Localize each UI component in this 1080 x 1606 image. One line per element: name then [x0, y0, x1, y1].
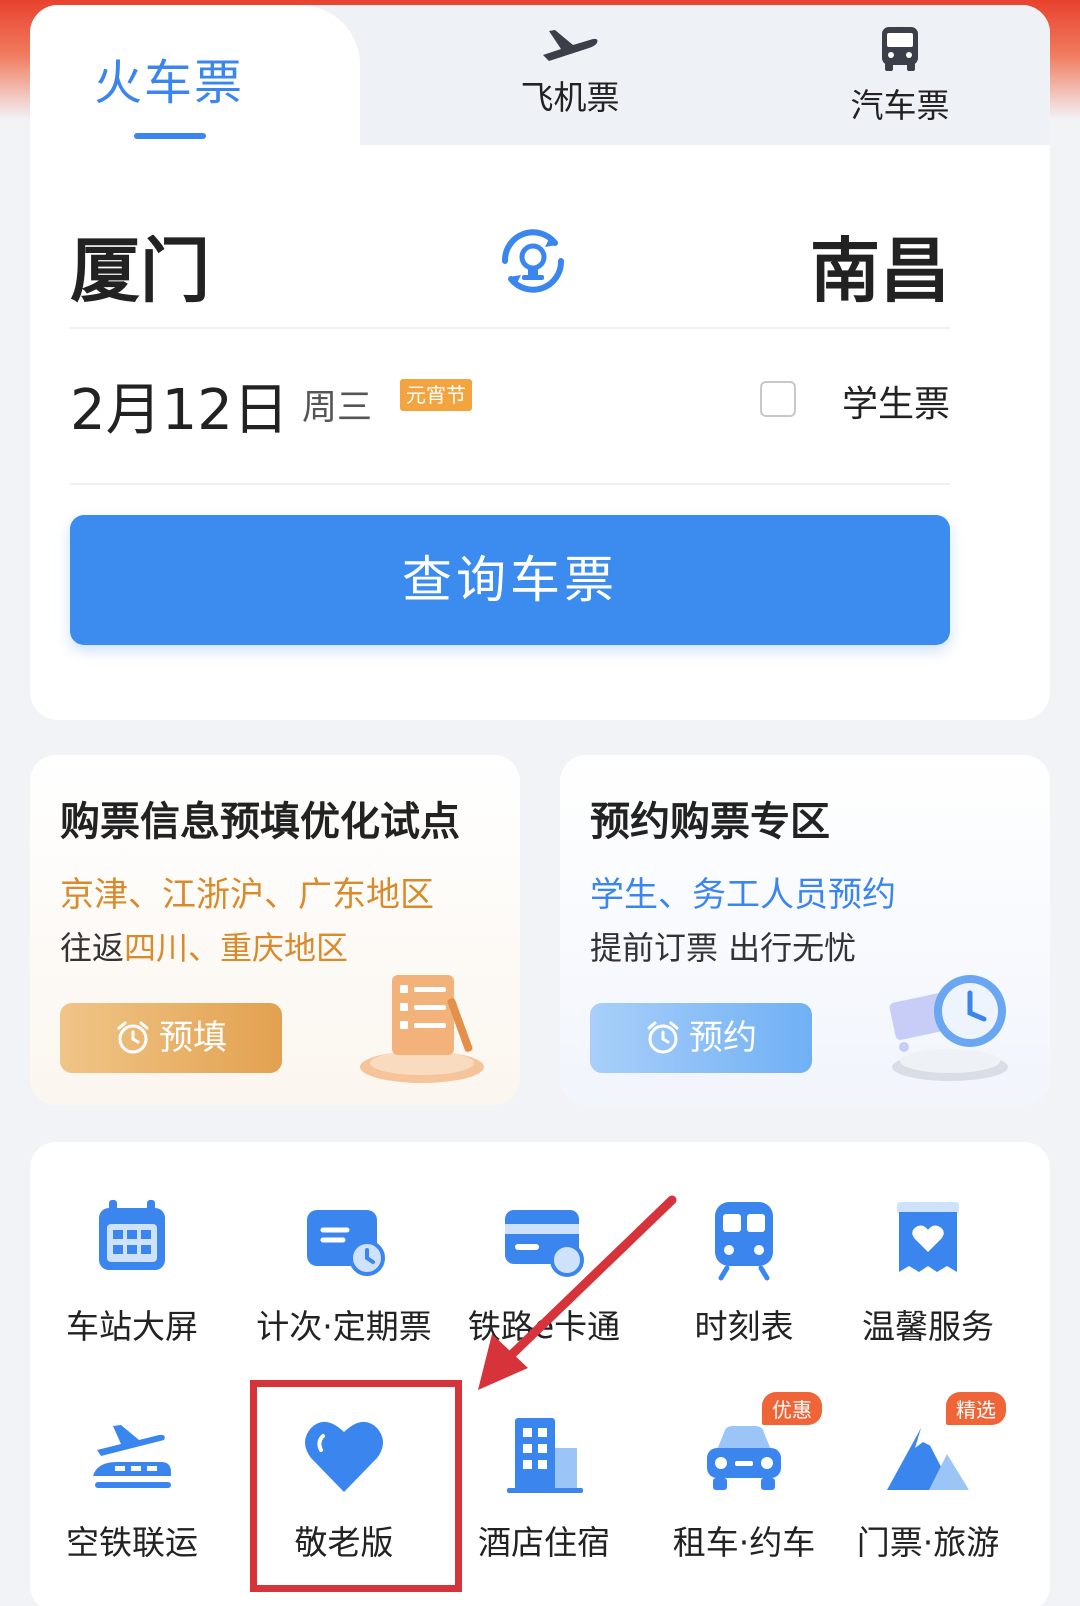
alarm-clock-icon [647, 1021, 679, 1053]
promo-regions: 京津、江浙沪、广东地区 [60, 875, 434, 915]
reserve-button[interactable]: 预约 [590, 1003, 812, 1073]
service-label: 空铁联运 [66, 1523, 198, 1562]
service-label: 租车·约车 [672, 1523, 816, 1562]
service-timetable[interactable]: 时刻表 [642, 1194, 846, 1348]
promo-subline-highlight: 四川、重庆地区 [124, 929, 349, 967]
discount-badge: 优惠 [762, 1392, 822, 1425]
reserve-button-label: 预约 [689, 1018, 757, 1058]
alarm-clock-icon [117, 1021, 149, 1053]
prefill-promo-card[interactable]: 购票信息预填优化试点 京津、江浙沪、广东地区 往返四川、重庆地区 预填 [30, 755, 520, 1105]
service-label: 计次·定期票 [256, 1307, 432, 1346]
promo-subline: 往返四川、重庆地区 [60, 923, 348, 969]
prefill-button-label: 预填 [159, 1018, 227, 1058]
service-label: 酒店住宿 [478, 1523, 610, 1562]
route-selector: 厦门 南昌 [70, 215, 950, 312]
service-air-rail[interactable]: 空铁联运 [30, 1410, 234, 1564]
tab-flight[interactable]: 飞机票 [470, 25, 670, 119]
ticket-card-icon [307, 1210, 385, 1276]
bus-icon [882, 27, 918, 71]
student-ticket-checkbox[interactable] [760, 381, 796, 417]
search-tickets-button[interactable]: 查询车票 [70, 515, 950, 645]
service-label: 门票·旅游 [856, 1523, 1000, 1562]
calendar-icon [99, 1200, 165, 1270]
service-label: 车站大屏 [66, 1307, 198, 1346]
train-icon [715, 1202, 773, 1281]
tab-bus[interactable]: 汽车票 [800, 25, 1000, 127]
heart-box-icon [897, 1202, 959, 1272]
airplane-icon [543, 30, 598, 61]
services-grid: 车站大屏 计次·定期票 铁路e卡通 时刻表 温馨服务 空铁联运 敬老版 酒店住宿… [30, 1142, 1050, 1606]
service-hotel[interactable]: 酒店住宿 [442, 1410, 646, 1564]
service-station-screen[interactable]: 车站大屏 [30, 1194, 234, 1348]
promo-subline-prefix: 往返 [60, 929, 125, 967]
promo-title: 购票信息预填优化试点 [60, 799, 460, 845]
travel-date[interactable]: 2月12日 [70, 365, 289, 446]
service-label: 温馨服务 [862, 1307, 994, 1346]
tab-flight-label: 飞机票 [520, 78, 620, 117]
tab-train-label: 火车票 [94, 55, 245, 111]
arrival-city[interactable]: 南昌 [810, 215, 950, 316]
tab-active-indicator [134, 133, 206, 139]
weekday: 周三 [302, 388, 373, 428]
service-railway-ecard[interactable]: 铁路e卡通 [442, 1194, 646, 1348]
promo-target-groups: 学生、务工人员预约 [590, 875, 896, 915]
divider [70, 483, 950, 485]
plane-train-icon [93, 1425, 171, 1488]
featured-badge: 精选 [946, 1392, 1006, 1425]
tab-bus-label: 汽车票 [850, 86, 950, 125]
checklist-illustration-icon [360, 975, 484, 1083]
holiday-badge: 元宵节 [400, 379, 472, 411]
service-label: 铁路e卡通 [467, 1307, 621, 1346]
tab-train[interactable]: 火车票 [30, 5, 360, 155]
reservation-promo-card[interactable]: 预约购票专区 学生、务工人员预约 提前订票 出行无忧 预约 [560, 755, 1050, 1105]
service-warm-service[interactable]: 温馨服务 [826, 1194, 1030, 1348]
clock-illustration-icon [889, 975, 1008, 1081]
service-car-rental[interactable]: 优惠 租车·约车 [642, 1392, 846, 1564]
service-tickets-travel[interactable]: 精选 门票·旅游 [826, 1392, 1030, 1564]
hotel-icon [507, 1418, 583, 1493]
service-period-ticket[interactable]: 计次·定期票 [242, 1194, 446, 1348]
divider [70, 327, 950, 329]
prefill-button[interactable]: 预填 [60, 1003, 282, 1073]
swap-stations-icon[interactable] [495, 223, 571, 299]
departure-city[interactable]: 厦门 [70, 215, 210, 316]
promo-subline: 提前订票 出行无忧 [590, 929, 857, 967]
highlight-box [250, 1380, 462, 1592]
date-selector[interactable]: 2月12日 周三 元宵节 学生票 [70, 365, 950, 443]
promo-title: 预约购票专区 [590, 799, 830, 845]
ecard-icon [505, 1210, 584, 1277]
service-label: 时刻表 [694, 1307, 794, 1346]
student-ticket-label[interactable]: 学生票 [842, 375, 950, 427]
